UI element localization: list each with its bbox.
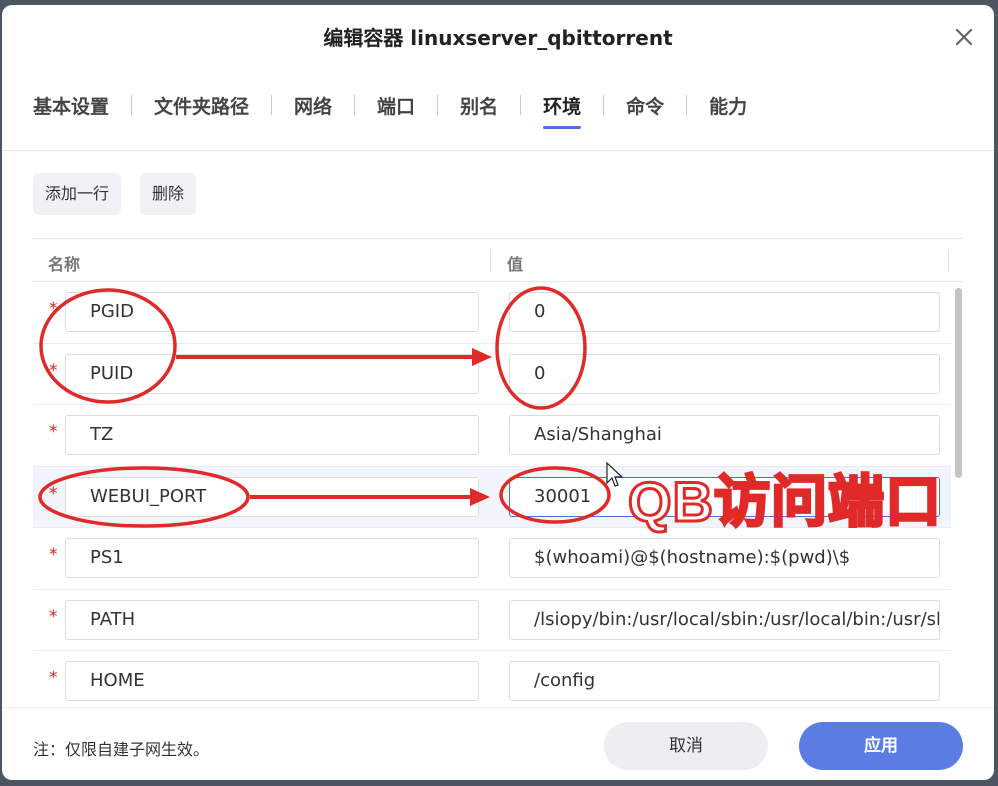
tab-command[interactable]: 命令 [626, 89, 664, 129]
tab-capabilities[interactable]: 能力 [709, 89, 747, 129]
required-mark: * [49, 668, 58, 688]
env-table: 名称 值 * PGID 0 * PUID 0 * TZ Asia/Shangha… [33, 238, 963, 708]
dialog-title: 编辑容器 linuxserver_qbittorrent [323, 26, 673, 50]
tab-basic-settings[interactable]: 基本设置 [33, 89, 109, 129]
env-value-input[interactable]: 0 [509, 353, 940, 394]
delete-button[interactable]: 删除 [140, 173, 197, 215]
tab-bar: 基本设置 文件夹路径 网络 端口 别名 环境 命令 能力 [33, 89, 747, 129]
column-divider [948, 250, 949, 272]
table-row: * TZ Asia/Shanghai [33, 405, 951, 467]
table-row: * HOME /config [33, 651, 951, 708]
header-name: 名称 [48, 255, 81, 274]
table-row: * WEBUI_PORT 30001 [33, 466, 951, 528]
env-value-input[interactable]: 30001 [509, 476, 940, 517]
env-value-input[interactable]: /config [509, 661, 940, 701]
tab-ports[interactable]: 端口 [377, 89, 415, 129]
required-mark: * [49, 483, 58, 504]
header-value: 值 [507, 255, 524, 274]
env-name-input[interactable]: HOME [65, 661, 479, 701]
tab-divider [437, 95, 439, 115]
table-row: * PUID 0 [33, 344, 951, 405]
env-value-input[interactable]: /lsiopy/bin:/usr/local/sbin:/usr/local/b… [509, 599, 940, 640]
env-name-input[interactable]: TZ [65, 415, 479, 455]
column-divider [490, 250, 491, 272]
env-value-input[interactable]: $(whoami)@$(hostname):$(pwd)\$ [509, 538, 940, 578]
edit-container-dialog: 编辑容器 linuxserver_qbittorrent 基本设置 文件夹路径 … [2, 5, 994, 780]
tab-divider [131, 95, 133, 115]
tab-divider [603, 95, 605, 115]
apply-button[interactable]: 应用 [799, 722, 963, 770]
env-name-input[interactable]: WEBUI_PORT [65, 476, 479, 517]
add-row-button[interactable]: 添加一行 [33, 173, 122, 215]
required-mark: * [49, 606, 58, 627]
tab-environment[interactable]: 环境 [543, 89, 582, 129]
close-icon[interactable] [952, 25, 976, 49]
footer-note: 注：仅限自建子网生效。 [33, 740, 210, 759]
table-row: * PATH /lsiopy/bin:/usr/local/sbin:/usr/… [33, 590, 951, 651]
table-header: 名称 值 [33, 238, 963, 282]
footer-divider [2, 707, 994, 708]
table-row: * PGID 0 [33, 282, 951, 344]
env-name-input[interactable]: PGID [65, 292, 479, 332]
tab-network[interactable]: 网络 [294, 89, 332, 129]
cancel-button[interactable]: 取消 [604, 722, 768, 770]
env-value-input[interactable]: 0 [509, 292, 940, 332]
env-name-input[interactable]: PUID [65, 353, 479, 394]
required-mark: * [49, 360, 58, 381]
tab-divider-line [2, 150, 994, 151]
scrollbar-thumb[interactable] [955, 288, 962, 478]
required-mark: * [49, 545, 58, 565]
env-name-input[interactable]: PS1 [65, 538, 479, 578]
tab-divider [354, 95, 356, 115]
tab-alias[interactable]: 别名 [460, 89, 498, 129]
tab-divider [686, 95, 688, 115]
tab-divider [271, 95, 273, 115]
required-mark: * [49, 299, 58, 319]
required-mark: * [49, 422, 58, 442]
env-name-input[interactable]: PATH [65, 599, 479, 640]
tab-folder-paths[interactable]: 文件夹路径 [154, 89, 249, 129]
env-value-input[interactable]: Asia/Shanghai [509, 415, 940, 455]
tab-divider [520, 95, 522, 115]
table-row: * PS1 $(whoami)@$(hostname):$(pwd)\$ [33, 528, 951, 590]
